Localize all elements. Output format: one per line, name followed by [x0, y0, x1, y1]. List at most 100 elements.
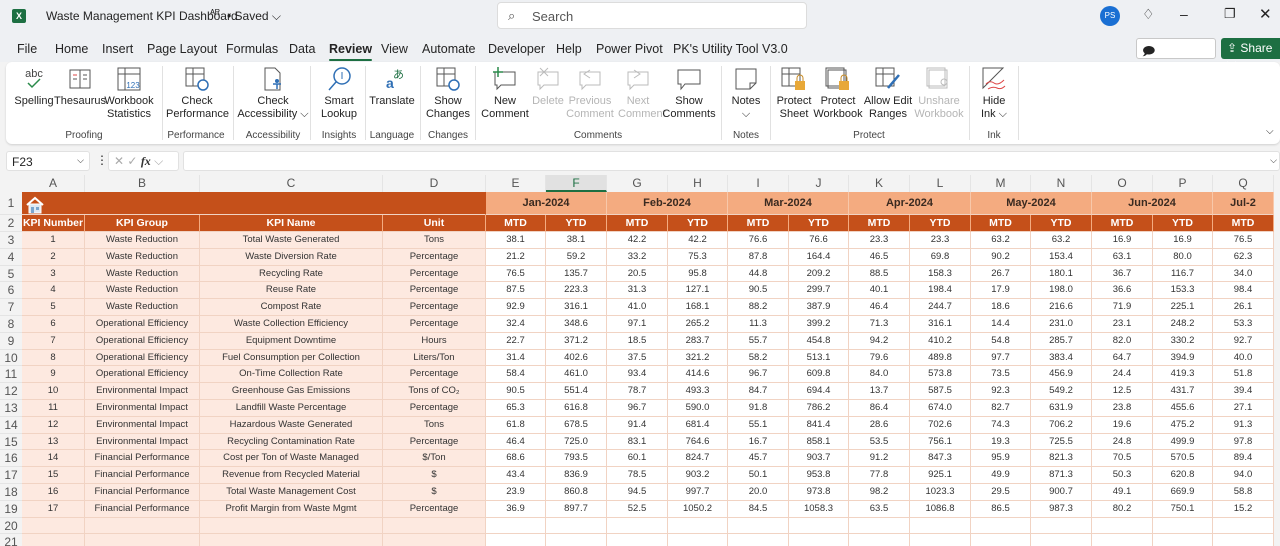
value-cell[interactable]: 77.8: [849, 467, 910, 484]
value-cell[interactable]: 764.6: [668, 433, 728, 451]
protect-workbook-button[interactable]: Protect Workbook: [813, 66, 863, 121]
value-cell[interactable]: 71.3: [849, 316, 910, 333]
value-cell[interactable]: 135.7: [546, 265, 607, 283]
value-cell[interactable]: 91.8: [728, 400, 789, 417]
value-cell[interactable]: 198.4: [910, 282, 971, 300]
value-cell[interactable]: 419.3: [1153, 366, 1213, 384]
menu-tab-view[interactable]: View: [381, 42, 408, 56]
people-icon[interactable]: ᴬᴿ: [210, 8, 220, 20]
value-cell[interactable]: 383.4: [1031, 349, 1092, 367]
value-cell[interactable]: 40.1: [849, 282, 910, 300]
more-options-icon[interactable]: ⋮: [96, 153, 108, 167]
empty-cell[interactable]: [546, 517, 607, 535]
value-cell[interactable]: 265.2: [668, 316, 728, 333]
value-cell[interactable]: 45.7: [728, 450, 789, 468]
value-cell[interactable]: 90.5: [486, 383, 546, 400]
empty-cell[interactable]: [668, 517, 728, 535]
row-header-11[interactable]: 11: [0, 366, 22, 384]
value-cell[interactable]: 223.3: [546, 282, 607, 300]
kpi-name-cell[interactable]: Compost Rate: [200, 299, 383, 316]
value-cell[interactable]: 20.0: [728, 484, 789, 501]
value-cell[interactable]: 52.5: [607, 500, 668, 518]
empty-cell[interactable]: [383, 534, 486, 546]
value-cell[interactable]: 68.6: [486, 450, 546, 468]
kpi-group-cell[interactable]: Financial Performance: [85, 450, 200, 468]
value-cell[interactable]: 63.1: [1092, 248, 1153, 266]
value-cell[interactable]: 63.2: [971, 232, 1031, 249]
value-cell[interactable]: 41.0: [607, 299, 668, 316]
unit-cell[interactable]: Percentage: [383, 248, 486, 266]
empty-cell[interactable]: [668, 534, 728, 546]
value-cell[interactable]: 371.2: [546, 332, 607, 350]
value-cell[interactable]: 283.7: [668, 332, 728, 350]
value-cell[interactable]: 387.9: [789, 299, 849, 316]
value-cell[interactable]: 46.4: [486, 433, 546, 451]
home-icon[interactable]: [25, 196, 45, 214]
row-header-15[interactable]: 15: [0, 433, 22, 451]
value-cell[interactable]: 681.4: [668, 416, 728, 434]
menu-tab-automate[interactable]: Automate: [422, 42, 476, 56]
value-cell[interactable]: 90.2: [971, 248, 1031, 266]
empty-cell[interactable]: [849, 517, 910, 535]
value-cell[interactable]: 42.2: [668, 232, 728, 249]
value-cell[interactable]: 50.1: [728, 467, 789, 484]
value-cell[interactable]: 1023.3: [910, 484, 971, 501]
kpi-group-cell[interactable]: Operational Efficiency: [85, 316, 200, 333]
value-cell[interactable]: 88.2: [728, 299, 789, 316]
value-cell[interactable]: 285.7: [1031, 332, 1092, 350]
unit-cell[interactable]: $/Ton: [383, 450, 486, 468]
column-header-g[interactable]: G: [607, 175, 668, 192]
value-cell[interactable]: 158.3: [910, 265, 971, 283]
value-cell[interactable]: 55.7: [728, 332, 789, 350]
kpi-number-cell[interactable]: 12: [22, 416, 85, 434]
smart-lookup-button[interactable]: Smart Lookup: [317, 66, 361, 121]
value-cell[interactable]: 80.0: [1153, 248, 1213, 266]
value-cell[interactable]: 674.0: [910, 400, 971, 417]
value-cell[interactable]: 37.5: [607, 349, 668, 367]
menu-tab-review[interactable]: Review: [329, 42, 373, 61]
value-cell[interactable]: 330.2: [1153, 332, 1213, 350]
column-header-e[interactable]: E: [486, 175, 546, 192]
value-cell[interactable]: 75.3: [668, 248, 728, 266]
value-cell[interactable]: 82.7: [971, 400, 1031, 417]
value-cell[interactable]: 694.4: [789, 383, 849, 400]
value-cell[interactable]: 725.5: [1031, 433, 1092, 451]
value-cell[interactable]: 84.5: [728, 500, 789, 518]
empty-cell[interactable]: [22, 517, 85, 535]
value-cell[interactable]: 20.5: [607, 265, 668, 283]
kpi-number-cell[interactable]: 5: [22, 299, 85, 316]
empty-cell[interactable]: [607, 517, 668, 535]
value-cell[interactable]: 551.4: [546, 383, 607, 400]
kpi-number-cell[interactable]: 10: [22, 383, 85, 400]
menu-tab-insert[interactable]: Insert: [102, 42, 133, 56]
empty-cell[interactable]: [383, 517, 486, 535]
value-cell[interactable]: 570.5: [1153, 450, 1213, 468]
value-cell[interactable]: 61.8: [486, 416, 546, 434]
value-cell[interactable]: 76.6: [728, 232, 789, 249]
kpi-name-cell[interactable]: Landfill Waste Percentage: [200, 400, 383, 417]
kpi-group-cell[interactable]: Operational Efficiency: [85, 366, 200, 384]
name-box[interactable]: F23 ⌵: [6, 151, 90, 171]
unit-cell[interactable]: Percentage: [383, 433, 486, 451]
menu-tab-help[interactable]: Help: [556, 42, 582, 56]
column-header-d[interactable]: D: [383, 175, 486, 192]
restore-button[interactable]: ❐: [1224, 6, 1236, 22]
empty-cell[interactable]: [1213, 517, 1274, 535]
allow-edit-ranges-button[interactable]: Allow Edit Ranges: [860, 66, 916, 121]
cancel-icon[interactable]: ✕: [114, 154, 124, 168]
value-cell[interactable]: 23.3: [910, 232, 971, 249]
value-cell[interactable]: 248.2: [1153, 316, 1213, 333]
value-cell[interactable]: 14.4: [971, 316, 1031, 333]
close-button[interactable]: ✕: [1259, 5, 1272, 23]
value-cell[interactable]: 92.9: [486, 299, 546, 316]
kpi-number-cell[interactable]: 1: [22, 232, 85, 249]
value-cell[interactable]: 98.4: [1213, 282, 1274, 300]
value-cell[interactable]: 58.8: [1213, 484, 1274, 501]
kpi-group-cell[interactable]: Environmental Impact: [85, 416, 200, 434]
kpi-name-cell[interactable]: Recycling Rate: [200, 265, 383, 283]
value-cell[interactable]: 84.0: [849, 366, 910, 384]
column-header-a[interactable]: A: [22, 175, 85, 192]
value-cell[interactable]: 127.1: [668, 282, 728, 300]
unit-cell[interactable]: Percentage: [383, 500, 486, 518]
kpi-name-cell[interactable]: Cost per Ton of Waste Managed: [200, 450, 383, 468]
